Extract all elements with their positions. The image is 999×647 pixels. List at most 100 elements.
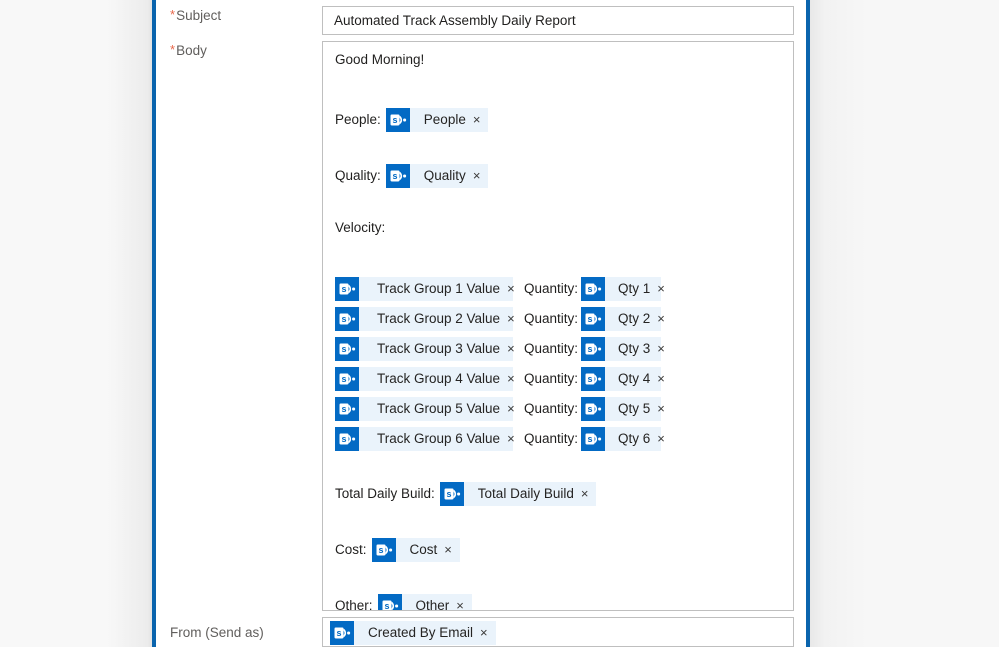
people-token-label: People	[423, 112, 466, 127]
track-group-1-value-token-chip[interactable]: s Track Group 1 Value ×	[335, 277, 515, 301]
sharepoint-icon: s	[335, 397, 359, 421]
remove-token-icon[interactable]: ×	[506, 427, 523, 451]
remove-token-icon[interactable]: ×	[479, 621, 496, 645]
card-body: *Subject *Body Good Morning! People:sPeo…	[156, 0, 806, 647]
track-group-3-value-token-label: Track Group 3 Value	[377, 341, 501, 356]
track-group-3-value-token-chip[interactable]: s Track Group 3 Value ×	[335, 337, 515, 361]
inline-label-quantity: Quantity:	[524, 431, 579, 446]
quality-token-chip[interactable]: s Quality ×	[385, 164, 489, 188]
inline-label-cost: Cost:	[335, 542, 367, 557]
other-token-label: Other	[415, 598, 450, 611]
body-field-line-cost: Cost: s Cost ×	[335, 538, 781, 562]
body-field-line-other: Other: s Other ×	[335, 594, 781, 611]
body-velocity-label: Velocity:	[335, 220, 386, 235]
cost-token-label: Cost	[409, 542, 438, 557]
svg-text:s: s	[341, 404, 346, 414]
svg-text:s: s	[588, 314, 593, 324]
track-group-6-value-token-label: Track Group 6 Value	[377, 431, 501, 446]
sharepoint-icon: s	[581, 307, 606, 331]
field-row-subject: *Subject	[170, 6, 806, 35]
qty-5-token-chip[interactable]: s Qty 5 ×	[581, 397, 665, 421]
quality-token-label: Quality	[423, 168, 466, 183]
cost-token-chip[interactable]: s Cost ×	[371, 538, 460, 562]
track-group-1-value-token-label: Track Group 1 Value	[377, 281, 501, 296]
inline-label-quantity: Quantity:	[524, 341, 579, 356]
track-group-4-value-token-chip[interactable]: s Track Group 4 Value ×	[335, 367, 515, 391]
people-token-chip[interactable]: s People ×	[385, 108, 489, 132]
qty-2-token-label: Qty 2	[618, 311, 651, 326]
remove-token-icon[interactable]: ×	[506, 367, 523, 391]
svg-text:s: s	[446, 489, 451, 499]
remove-token-icon[interactable]: ×	[455, 594, 472, 610]
other-token-chip[interactable]: s Other ×	[377, 594, 472, 611]
velocity-row: s Track Group 4 Value × Quantity: s Qty 4 ×	[335, 367, 781, 391]
remove-token-icon[interactable]: ×	[656, 337, 673, 361]
track-group-2-value-token-chip[interactable]: s Track Group 2 Value ×	[335, 307, 515, 331]
remove-token-icon[interactable]: ×	[472, 108, 489, 132]
track-group-6-value-token-chip[interactable]: s Track Group 6 Value ×	[335, 427, 515, 451]
send-email-action-card: *Subject *Body Good Morning! People:sPeo…	[152, 0, 810, 647]
remove-token-icon[interactable]: ×	[656, 397, 673, 421]
remove-token-icon[interactable]: ×	[656, 277, 673, 301]
body-simple-field-group: People: s People × Quality: s Quality ×	[335, 108, 781, 188]
remove-token-icon[interactable]: ×	[656, 367, 673, 391]
svg-text:s: s	[588, 284, 593, 294]
sharepoint-icon: s	[335, 277, 359, 301]
svg-text:s: s	[336, 628, 341, 638]
qty-6-token-chip[interactable]: s Qty 6 ×	[581, 427, 665, 451]
track-group-5-value-token-label: Track Group 5 Value	[377, 401, 501, 416]
sharepoint-icon: s	[581, 427, 606, 451]
sharepoint-icon: s	[581, 277, 606, 301]
qty-4-token-chip[interactable]: s Qty 4 ×	[581, 367, 665, 391]
total-daily-build-token-chip[interactable]: s Total Daily Build ×	[439, 482, 597, 506]
remove-token-icon[interactable]: ×	[506, 397, 523, 421]
sharepoint-icon: s	[581, 337, 606, 361]
qty-5-token-label: Qty 5	[618, 401, 651, 416]
qty-2-token-chip[interactable]: s Qty 2 ×	[581, 307, 665, 331]
inline-label-quality: Quality:	[335, 168, 381, 183]
required-asterisk: *	[170, 7, 176, 22]
remove-token-icon[interactable]: ×	[443, 538, 460, 562]
sharepoint-icon: s	[335, 427, 359, 451]
track-group-5-value-token-chip[interactable]: s Track Group 5 Value ×	[335, 397, 515, 421]
body-field-line-quality: Quality: s Quality ×	[335, 164, 781, 188]
body-label-text: Body	[176, 43, 207, 58]
body-rich-text-editor[interactable]: Good Morning! People: s People × Quality: s Qu…	[322, 41, 794, 611]
body-field-label: *Body	[170, 41, 322, 59]
inline-label-people: People:	[335, 112, 381, 127]
qty-4-token-label: Qty 4	[618, 371, 651, 386]
created-by-email-token-chip[interactable]: s Created By Email ×	[330, 621, 496, 645]
sharepoint-icon: s	[581, 367, 606, 391]
remove-token-icon[interactable]: ×	[506, 337, 523, 361]
inline-label-total-daily-build: Total Daily Build:	[335, 486, 435, 501]
remove-token-icon[interactable]: ×	[506, 277, 523, 301]
sharepoint-icon: s	[335, 307, 359, 331]
subject-label-text: Subject	[176, 8, 222, 23]
remove-token-icon[interactable]: ×	[472, 164, 489, 188]
sharepoint-icon: s	[330, 621, 354, 645]
remove-token-icon[interactable]: ×	[580, 482, 597, 506]
velocity-row: s Track Group 2 Value × Quantity: s Qty 2 ×	[335, 307, 781, 331]
svg-text:s: s	[384, 601, 389, 611]
remove-token-icon[interactable]: ×	[656, 307, 673, 331]
svg-text:s: s	[392, 171, 397, 181]
qty-1-token-label: Qty 1	[618, 281, 651, 296]
qty-3-token-chip[interactable]: s Qty 3 ×	[581, 337, 665, 361]
sharepoint-icon: s	[377, 594, 402, 611]
from-token-input[interactable]: s Created By Email ×	[322, 617, 794, 647]
svg-text:s: s	[341, 374, 346, 384]
svg-text:s: s	[588, 374, 593, 384]
inline-label-quantity: Quantity:	[524, 371, 579, 386]
sharepoint-icon: s	[385, 164, 410, 188]
subject-input[interactable]	[322, 6, 794, 35]
remove-token-icon[interactable]: ×	[506, 307, 523, 331]
page-gutter-right	[810, 0, 999, 647]
remove-token-icon[interactable]: ×	[656, 427, 673, 451]
sharepoint-icon: s	[385, 108, 410, 132]
sharepoint-icon: s	[335, 337, 359, 361]
body-field-line-total-daily-build: Total Daily Build: s Total Daily Build ×	[335, 482, 781, 506]
qty-1-token-chip[interactable]: s Qty 1 ×	[581, 277, 665, 301]
sharepoint-icon: s	[581, 397, 606, 421]
body-field-line-people: People: s People ×	[335, 108, 781, 132]
velocity-row: s Track Group 5 Value × Quantity: s Qty 5 ×	[335, 397, 781, 421]
